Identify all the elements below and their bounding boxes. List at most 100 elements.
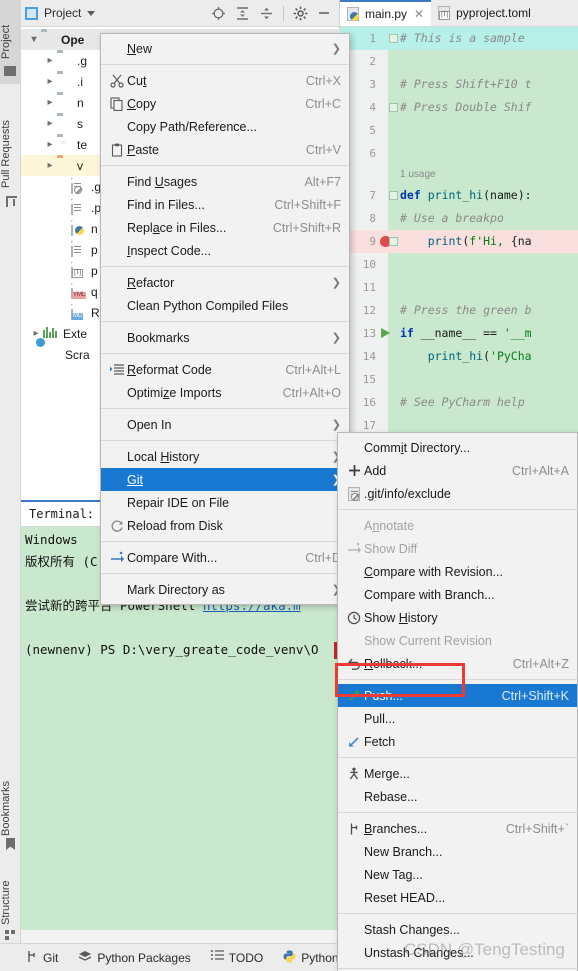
usage-hint[interactable]: 1 usage [400, 165, 436, 184]
menu-item-merge[interactable]: Merge... [338, 762, 577, 785]
menu-item-replace-in-files[interactable]: Replace in Files... Ctrl+Shift+R [101, 216, 349, 239]
close-icon[interactable]: ✕ [414, 7, 424, 21]
menu-item-git-info-exclude[interactable]: .git/info/exclude [338, 482, 577, 505]
menu-item-add[interactable]: Add Ctrl+Alt+A [338, 459, 577, 482]
locate-icon[interactable] [211, 6, 226, 21]
menu-accel: Ctrl+Shift+K [501, 688, 569, 703]
menu-item-find-usages[interactable]: Find Usages Alt+F7 [101, 170, 349, 193]
submenu-arrow-icon: ❯ [331, 419, 341, 431]
menu-item-branches[interactable]: Branches... Ctrl+Shift+` [338, 817, 577, 840]
menu-accel: Ctrl+D [305, 550, 341, 565]
menu-item-copy-path[interactable]: Copy Path/Reference... [101, 115, 349, 138]
menu-label: Show Diff [364, 541, 418, 556]
menu-item-show-diff: Show Diff [338, 537, 577, 560]
tree-label: te [77, 137, 88, 152]
collapse-all-icon[interactable] [259, 6, 274, 21]
chevron-right-icon[interactable]: ▸ [43, 160, 57, 171]
menu-item-pull[interactable]: Pull... [338, 707, 577, 730]
menu-accel: Ctrl+Alt+O [282, 385, 341, 400]
gear-icon[interactable] [293, 6, 308, 21]
menu-label: Compare With... [127, 550, 218, 565]
status-item-todo[interactable]: TODO [210, 950, 263, 965]
fold-marker-icon[interactable] [389, 103, 398, 112]
menu-item-bookmarks[interactable]: Bookmarks ❯ [101, 326, 349, 349]
fold-marker-icon[interactable] [389, 34, 398, 43]
tab-terminal[interactable]: Terminal: [21, 500, 103, 526]
tab-label: pyproject.toml [456, 6, 531, 20]
menu-item-mark-directory-as[interactable]: Mark Directory as ❯ [101, 578, 349, 601]
menu-label: New Tag... [364, 867, 423, 882]
run-gutter-icon[interactable] [381, 328, 390, 338]
menu-item-commit-directory[interactable]: Commit Directory... [338, 436, 577, 459]
menu-item-new-tag[interactable]: New Tag... [338, 863, 577, 886]
tree-label: v [77, 158, 83, 173]
menu-item-reset-head[interactable]: Reset HEAD... [338, 886, 577, 909]
menu-item-inspect-code[interactable]: Inspect Code... [101, 239, 349, 262]
menu-item-reformat-code[interactable]: Reformat Code Ctrl+Alt+L [101, 358, 349, 381]
menu-item-cut[interactable]: Cut Ctrl+X [101, 69, 349, 92]
menu-label: Show Current Revision [364, 633, 492, 648]
menu-label: Add [364, 463, 387, 478]
menu-item-find-in-files[interactable]: Find in Files... Ctrl+Shift+F [101, 193, 349, 216]
code-line: 4 # Press Double Shif [340, 96, 578, 119]
chevron-right-icon[interactable]: ▸ [43, 139, 57, 150]
menu-label: Reformat Code [127, 362, 212, 377]
menu-label: Commit Directory... [364, 440, 471, 455]
minimize-icon[interactable] [317, 6, 331, 20]
menu-item-compare-with-revision[interactable]: Compare with Revision... [338, 560, 577, 583]
menu-item-annotate: Annotate [338, 514, 577, 537]
file-text-icon [71, 199, 88, 215]
menu-item-compare-with-branch[interactable]: Compare with Branch... [338, 583, 577, 606]
plus-icon [344, 464, 364, 477]
menu-item-stash-changes[interactable]: Stash Changes... [338, 918, 577, 941]
menu-item-clean-python-compiled-files[interactable]: Clean Python Compiled Files [101, 294, 349, 317]
status-item-python[interactable]: Python [283, 950, 339, 966]
menu-item-new-branch[interactable]: New Branch... [338, 840, 577, 863]
context-menu[interactable]: New ❯ Cut Ctrl+X Copy Ctrl+C Copy Path/R… [100, 33, 350, 605]
menu-item-paste[interactable]: Paste Ctrl+V [101, 138, 349, 161]
copy-icon [107, 96, 127, 111]
fold-marker-icon[interactable] [389, 237, 398, 246]
menu-label: Stash Changes... [364, 922, 460, 937]
menu-item-git[interactable]: Git ❯ [101, 468, 349, 491]
chevron-right-icon[interactable]: ▸ [43, 97, 57, 108]
menu-item-open-in[interactable]: Open In ❯ [101, 413, 349, 436]
menu-item-push[interactable]: Push... Ctrl+Shift+K [338, 684, 577, 707]
menu-item-local-history[interactable]: Local History ❯ [101, 445, 349, 468]
chevron-right-icon[interactable]: ▸ [43, 76, 57, 87]
tab-main-py[interactable]: main.py ✕ [340, 0, 432, 26]
menu-item-show-history[interactable]: Show History [338, 606, 577, 629]
menu-item-rebase[interactable]: Rebase... [338, 785, 577, 808]
chevron-right-icon[interactable]: ▸ [43, 55, 57, 66]
menu-item-copy[interactable]: Copy Ctrl+C [101, 92, 349, 115]
chevron-down-icon[interactable] [87, 10, 96, 16]
tree-label: n [91, 221, 98, 236]
menu-item-repair-ide-on-file[interactable]: Repair IDE on File [101, 491, 349, 514]
code-line: 11 [340, 276, 578, 299]
git-submenu[interactable]: Commit Directory... Add Ctrl+Alt+A .git/… [337, 432, 578, 971]
menu-label: Copy Path/Reference... [127, 119, 257, 134]
status-item-python-packages[interactable]: Python Packages [78, 950, 191, 966]
clock-icon [344, 611, 364, 625]
tree-label: Scra [65, 347, 90, 362]
chevron-down-icon[interactable]: ▾ [27, 34, 41, 45]
menu-item-refactor[interactable]: Refactor ❯ [101, 271, 349, 294]
packages-icon [78, 950, 92, 966]
menu-item-reload-from-disk[interactable]: Reload from Disk [101, 514, 349, 537]
fold-marker-icon[interactable] [389, 191, 398, 200]
menu-item-optimize-imports[interactable]: Optimize Imports Ctrl+Alt+O [101, 381, 349, 404]
menu-item-new[interactable]: New ❯ [101, 37, 349, 60]
expand-all-icon[interactable] [235, 6, 250, 21]
code-line: 12 # Press the green b [340, 299, 578, 322]
tab-pyproject-toml[interactable]: [T] pyproject.toml [431, 0, 538, 26]
menu-item-rollback[interactable]: Rollback... Ctrl+Alt+Z [338, 652, 577, 675]
menu-label: Mark Directory as [127, 582, 225, 597]
menu-item-fetch[interactable]: Fetch [338, 730, 577, 753]
code-text: # This is a sample [400, 31, 525, 45]
status-item-git[interactable]: Git [26, 950, 58, 966]
code-line: 16 # See PyCharm help [340, 391, 578, 414]
menu-item-compare-with[interactable]: Compare With... Ctrl+D [101, 546, 349, 569]
menu-separator [101, 165, 349, 166]
chevron-right-icon[interactable]: ▸ [43, 118, 57, 129]
menu-separator [101, 266, 349, 267]
